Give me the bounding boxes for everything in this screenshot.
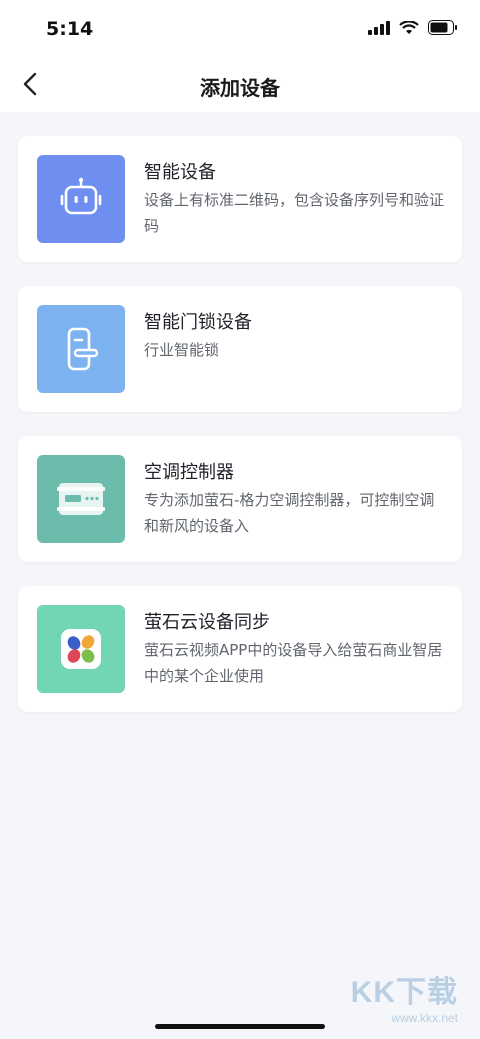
option-description: 萤石云视频APP中的设备导入给萤石商业智居中的某个企业使用 — [144, 641, 443, 685]
watermark: KK下载 www.kkx.net — [351, 967, 458, 1025]
ac-controller-option[interactable]: 空调控制器 专为添加萤石-格力空调控制器，可控制空调和新风的设备入 — [18, 436, 462, 562]
navigation-bar: 添加设备 — [0, 60, 480, 112]
cellular-signal-icon — [368, 20, 390, 39]
smart-door-lock-option[interactable]: 智能门锁设备 行业智能锁 — [18, 286, 462, 412]
watermark-url: www.kkx.net — [391, 1011, 458, 1025]
smart-device-option[interactable]: 智能设备 设备上有标准二维码，包含设备序列号和验证码 — [18, 136, 462, 262]
battery-icon — [428, 20, 458, 39]
option-description: 设备上有标准二维码，包含设备序列号和验证码 — [144, 191, 445, 235]
device-type-list: 智能设备 设备上有标准二维码，包含设备序列号和验证码 智能门锁设备 行业智能锁 — [18, 136, 462, 736]
wifi-icon — [399, 20, 419, 39]
option-title: 智能门锁设备 — [144, 312, 252, 333]
option-description: 专为添加萤石-格力空调控制器，可控制空调和新风的设备入 — [144, 491, 435, 535]
status-bar: 5:14 — [0, 0, 480, 60]
home-indicator[interactable] — [155, 1024, 325, 1029]
option-title: 空调控制器 — [144, 462, 234, 483]
option-title: 智能设备 — [144, 162, 216, 183]
door-lock-icon — [37, 305, 125, 393]
ezviz-cloud-sync-option[interactable]: 萤石云设备同步 萤石云视频APP中的设备导入给萤石商业智居中的某个企业使用 — [18, 586, 462, 712]
status-time: 5:14 — [46, 18, 94, 40]
watermark-logo: KK下载 — [350, 976, 458, 1009]
option-title: 萤石云设备同步 — [144, 612, 270, 633]
page-title: 添加设备 — [200, 76, 280, 100]
robot-icon — [37, 155, 125, 243]
system-icons — [368, 20, 458, 39]
option-description: 行业智能锁 — [144, 341, 220, 359]
ezviz-app-icon — [37, 605, 125, 693]
ac-controller-icon — [37, 455, 125, 543]
